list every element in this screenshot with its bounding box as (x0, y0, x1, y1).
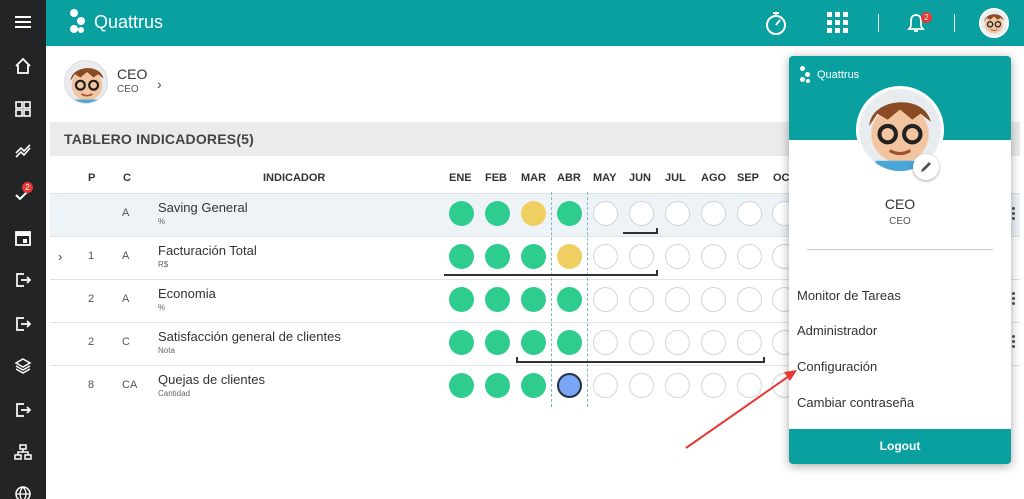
annotation-arrow (685, 370, 797, 449)
